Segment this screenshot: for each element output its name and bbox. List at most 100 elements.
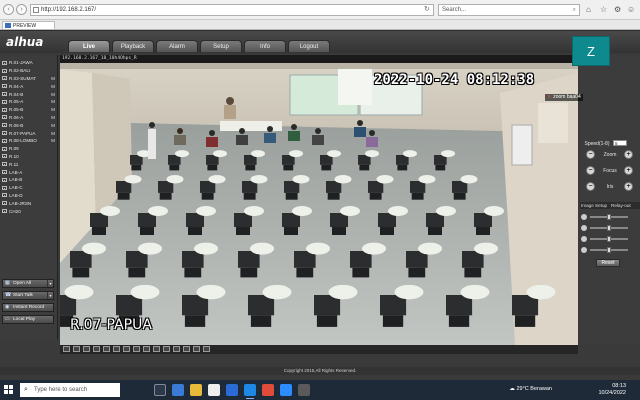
browser-tab[interactable]: PREVIEW [2, 21, 56, 29]
settings-icon[interactable]: ⚙ [614, 4, 621, 16]
channel-item[interactable]: R.09 [2, 145, 56, 153]
channel-item[interactable]: R.06-B M [2, 121, 56, 129]
tab-logout[interactable]: Logout [288, 40, 330, 52]
layout-button[interactable] [153, 346, 160, 352]
channel-label: R.10 [9, 153, 19, 159]
channel-label: CH20 [9, 208, 21, 214]
layout-button[interactable] [183, 346, 190, 352]
channel-flag: M [51, 83, 55, 89]
open-all-button[interactable]: ▦ Open All ▾ [2, 279, 54, 288]
channel-item[interactable]: LAB-C [2, 184, 56, 192]
channel-item[interactable]: R.06-A M [2, 114, 56, 122]
layout-button[interactable] [103, 346, 110, 352]
forward-icon[interactable]: › [16, 4, 27, 15]
channel-label: R.02-BALI [9, 68, 31, 74]
slider-knob[interactable] [607, 214, 611, 220]
tab-alarm[interactable]: Alarm [156, 40, 198, 52]
tab-playback[interactable]: Playback [112, 40, 154, 52]
focus-in-button[interactable]: + [624, 166, 633, 175]
channel-item[interactable]: R.11 [2, 160, 56, 168]
camera-icon [2, 193, 7, 198]
weather-widget[interactable]: ☁ 29°C Berawan [509, 386, 552, 392]
smiley-icon[interactable]: ☺ [627, 4, 635, 16]
search-icon[interactable]: ⌕ [573, 5, 576, 15]
channel-item[interactable]: R.05-B M [2, 106, 56, 114]
file-explorer-icon[interactable] [190, 384, 202, 396]
layout-button[interactable] [113, 346, 120, 352]
task-view-icon[interactable] [154, 384, 166, 396]
channel-item[interactable]: R.04-B M [2, 90, 56, 98]
tab-live[interactable]: Live [68, 40, 110, 52]
layout-button[interactable] [193, 346, 200, 352]
channel-item[interactable]: LAB-D [2, 192, 56, 200]
back-icon[interactable]: ‹ [3, 4, 14, 15]
channel-item[interactable]: LAB-A [2, 168, 56, 176]
chevron-down-icon[interactable]: ▾ [47, 292, 53, 299]
slider-knob[interactable] [607, 225, 611, 231]
address-bar[interactable]: http://192.168.2.167/ [30, 4, 434, 16]
clock[interactable]: 08:13 10/24/2022 [598, 383, 626, 397]
slider-knob[interactable] [607, 247, 611, 253]
layout-button[interactable] [203, 346, 210, 352]
start-talk-button[interactable]: ☎ Start Talk ▾ [2, 291, 54, 300]
internet-explorer-icon[interactable] [244, 384, 256, 399]
focus-out-button[interactable]: − [586, 166, 595, 175]
chair-desk [64, 284, 94, 300]
search-input[interactable]: Search... ⌕ [438, 4, 580, 16]
speed-select[interactable]: 5 [613, 140, 627, 146]
tab-setup[interactable]: Setup [200, 40, 242, 52]
chair-desk [213, 150, 227, 158]
layout-button[interactable] [93, 346, 100, 352]
mail-icon[interactable] [226, 384, 238, 396]
zoom-out-button[interactable]: − [586, 150, 595, 159]
slider-knob[interactable] [607, 236, 611, 242]
layout-button[interactable] [143, 346, 150, 352]
channel-item[interactable]: R.01-JAWA [2, 59, 56, 67]
channel-item[interactable]: R.05-A M [2, 98, 56, 106]
home-icon[interactable]: ⌂ [586, 4, 591, 16]
zoom-participant-tile[interactable]: Z [572, 36, 610, 66]
image-setup-tab[interactable]: Image Setup [581, 202, 607, 209]
channel-item[interactable]: CH20 [2, 207, 56, 215]
relay-out-tab[interactable]: Relay-out [611, 202, 631, 209]
channel-item[interactable]: R.08-LOMBO M [2, 137, 56, 145]
layout-button[interactable] [123, 346, 130, 352]
local-play-button[interactable]: ▭ Local Play [2, 315, 54, 324]
iris-close-button[interactable]: − [586, 182, 595, 191]
refresh-icon[interactable]: ↻ [424, 4, 430, 16]
store-icon[interactable] [208, 384, 220, 396]
tab-info[interactable]: Info [244, 40, 286, 52]
zoom-in-button[interactable]: + [624, 150, 633, 159]
image-slider[interactable] [590, 236, 628, 242]
camera-feed[interactable]: 2022-10-24 08:12:38 R.07-PAPUA [60, 63, 578, 345]
camera-icon [2, 99, 7, 104]
instant-record-button[interactable]: ◉ Instant Record [2, 303, 54, 312]
favorites-icon[interactable]: ☆ [600, 4, 607, 16]
chrome-icon[interactable] [262, 384, 274, 396]
layout-button[interactable] [163, 346, 170, 352]
image-slider[interactable] [590, 214, 628, 220]
channel-item[interactable]: LAB-JRSN [2, 199, 56, 207]
channel-item[interactable]: R.03-SUMAT M [2, 75, 56, 83]
channel-item[interactable]: R.07-PAPUA M [2, 129, 56, 137]
layout-button[interactable] [173, 346, 180, 352]
image-slider[interactable] [590, 247, 628, 253]
edge-icon[interactable] [172, 384, 184, 396]
iris-open-button[interactable]: + [624, 182, 633, 191]
reset-button[interactable]: Reset [596, 259, 620, 267]
layout-button[interactable] [63, 346, 70, 352]
taskbar-search-input[interactable]: ⌕ Type here to search [20, 383, 120, 397]
windows-start-icon[interactable] [4, 385, 14, 395]
layout-button[interactable] [73, 346, 80, 352]
image-slider[interactable] [590, 225, 628, 231]
chevron-down-icon[interactable]: ▾ [47, 280, 53, 287]
zoom-app-icon[interactable] [280, 384, 292, 396]
channel-item[interactable]: R.02-BALI [2, 67, 56, 75]
live-video-window[interactable]: 192.168.2.167_18_10h4Ohps_R 2022-10-24 0… [60, 55, 578, 345]
layout-button[interactable] [133, 346, 140, 352]
channel-item[interactable]: LAB-B [2, 176, 56, 184]
channel-item[interactable]: R.04-A M [2, 82, 56, 90]
channel-item[interactable]: R.10 [2, 153, 56, 161]
layout-button[interactable] [83, 346, 90, 352]
app-icon[interactable] [298, 384, 310, 396]
